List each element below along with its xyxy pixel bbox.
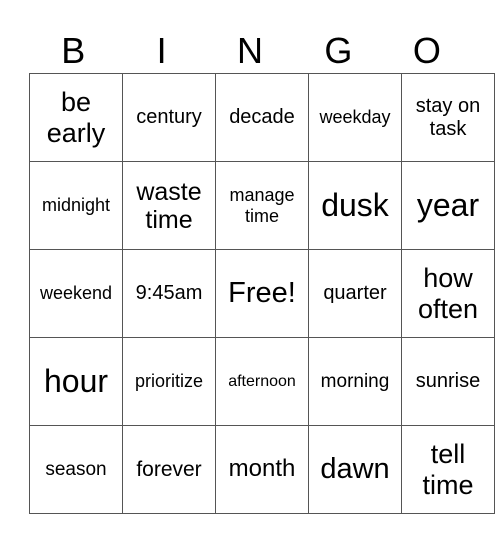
bingo-cell[interactable]: sunrise: [401, 337, 495, 426]
header-letter-o: O: [412, 30, 441, 71]
bingo-cell[interactable]: tell time: [401, 425, 495, 514]
bingo-row: weekend 9:45am Free! quarter how often: [29, 249, 495, 338]
bingo-cell[interactable]: 9:45am: [122, 249, 216, 338]
bingo-cell[interactable]: month: [215, 425, 309, 514]
header-letter-n: N: [237, 30, 264, 71]
bingo-row: be early century decade weekday stay on …: [29, 73, 495, 162]
bingo-cell[interactable]: forever: [122, 425, 216, 514]
bingo-cell[interactable]: how often: [401, 249, 495, 338]
header-letter-b: B: [61, 30, 86, 71]
header-letter-g: G: [324, 30, 353, 71]
bingo-row: hour prioritize afternoon morning sunris…: [29, 337, 495, 426]
bingo-cell[interactable]: morning: [308, 337, 402, 426]
bingo-cell[interactable]: waste time: [122, 161, 216, 250]
bingo-row: season forever month dawn tell time: [29, 425, 495, 514]
bingo-cell[interactable]: hour: [29, 337, 123, 426]
bingo-cell[interactable]: afternoon: [215, 337, 309, 426]
bingo-cell[interactable]: dawn: [308, 425, 402, 514]
bingo-cell[interactable]: century: [122, 73, 216, 162]
bingo-header: B I N G O: [29, 30, 471, 72]
bingo-cell[interactable]: weekday: [308, 73, 402, 162]
bingo-cell[interactable]: weekend: [29, 249, 123, 338]
bingo-cell[interactable]: quarter: [308, 249, 402, 338]
bingo-cell[interactable]: manage time: [215, 161, 309, 250]
bingo-cell[interactable]: decade: [215, 73, 309, 162]
bingo-card: be early century decade weekday stay on …: [29, 73, 495, 514]
bingo-cell[interactable]: year: [401, 161, 495, 250]
bingo-cell[interactable]: season: [29, 425, 123, 514]
bingo-row: midnight waste time manage time dusk yea…: [29, 161, 495, 250]
bingo-cell[interactable]: dusk: [308, 161, 402, 250]
bingo-cell[interactable]: prioritize: [122, 337, 216, 426]
bingo-cell[interactable]: midnight: [29, 161, 123, 250]
header-letter-i: I: [156, 30, 167, 71]
free-space-cell[interactable]: Free!: [215, 249, 309, 338]
bingo-cell[interactable]: be early: [29, 73, 123, 162]
bingo-cell[interactable]: stay on task: [401, 73, 495, 162]
